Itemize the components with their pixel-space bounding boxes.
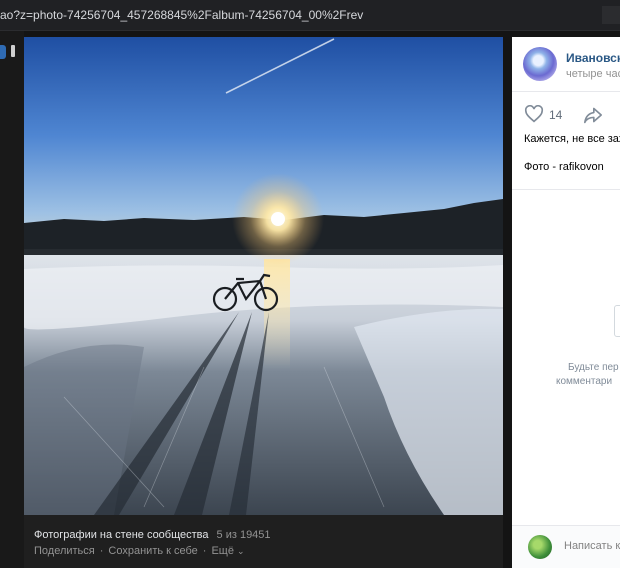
heart-icon[interactable] (524, 105, 544, 123)
empty-comments-text: комментари (556, 376, 613, 387)
photo-viewer: Фотографии на стене сообщества 5 из 19451… (24, 37, 503, 568)
share-link[interactable]: Поделиться (34, 545, 95, 557)
more-link[interactable]: Ещё ⌄ (211, 545, 244, 557)
separator: · (202, 545, 207, 557)
url-text[interactable]: ao?z=photo-74256704_457268845%2Falbum-74… (0, 8, 363, 22)
photo-credit: Фото - rafikovon (524, 161, 604, 173)
album-title: Фотографии на стене сообщества 5 из 19451 (34, 529, 271, 541)
album-title-text[interactable]: Фотографии на стене сообщества (34, 529, 209, 541)
site-label-glyph (11, 45, 15, 57)
photo-counter: 5 из 19451 (216, 529, 271, 541)
site-logo-icon[interactable] (0, 45, 6, 59)
empty-comments-icon (614, 305, 620, 337)
photo-caption-bar: Фотографии на стене сообщества 5 из 19451… (24, 515, 503, 568)
post-time[interactable]: четыре час (566, 68, 620, 80)
comment-input[interactable]: Написать к (564, 540, 620, 552)
group-name-link[interactable]: Ивановско (566, 51, 620, 65)
divider (512, 91, 620, 92)
post-text: Кажется, не все зах (524, 133, 620, 145)
photo[interactable] (24, 37, 503, 515)
share-arrow-icon[interactable] (583, 106, 603, 124)
chevron-down-icon: ⌄ (237, 546, 245, 556)
browser-address-bar[interactable]: ao?z=photo-74256704_457268845%2Falbum-74… (0, 0, 620, 31)
divider (512, 189, 620, 190)
user-avatar[interactable] (528, 535, 552, 559)
post-side-panel: Ивановско четыре час 14 Кажется, не все … (512, 37, 620, 568)
photo-actions: Поделиться · Сохранить к себе · Ещё ⌄ (34, 545, 245, 557)
more-link-label: Ещё (211, 545, 234, 557)
like-count: 14 (549, 108, 563, 122)
comment-composer: Написать к (512, 526, 620, 568)
page-background-strip (0, 31, 24, 568)
group-avatar[interactable] (523, 47, 557, 81)
separator: · (99, 545, 104, 557)
save-link[interactable]: Сохранить к себе (108, 545, 197, 557)
empty-comments-text: Будьте пер (568, 362, 619, 373)
browser-extension-icon[interactable] (602, 6, 620, 24)
